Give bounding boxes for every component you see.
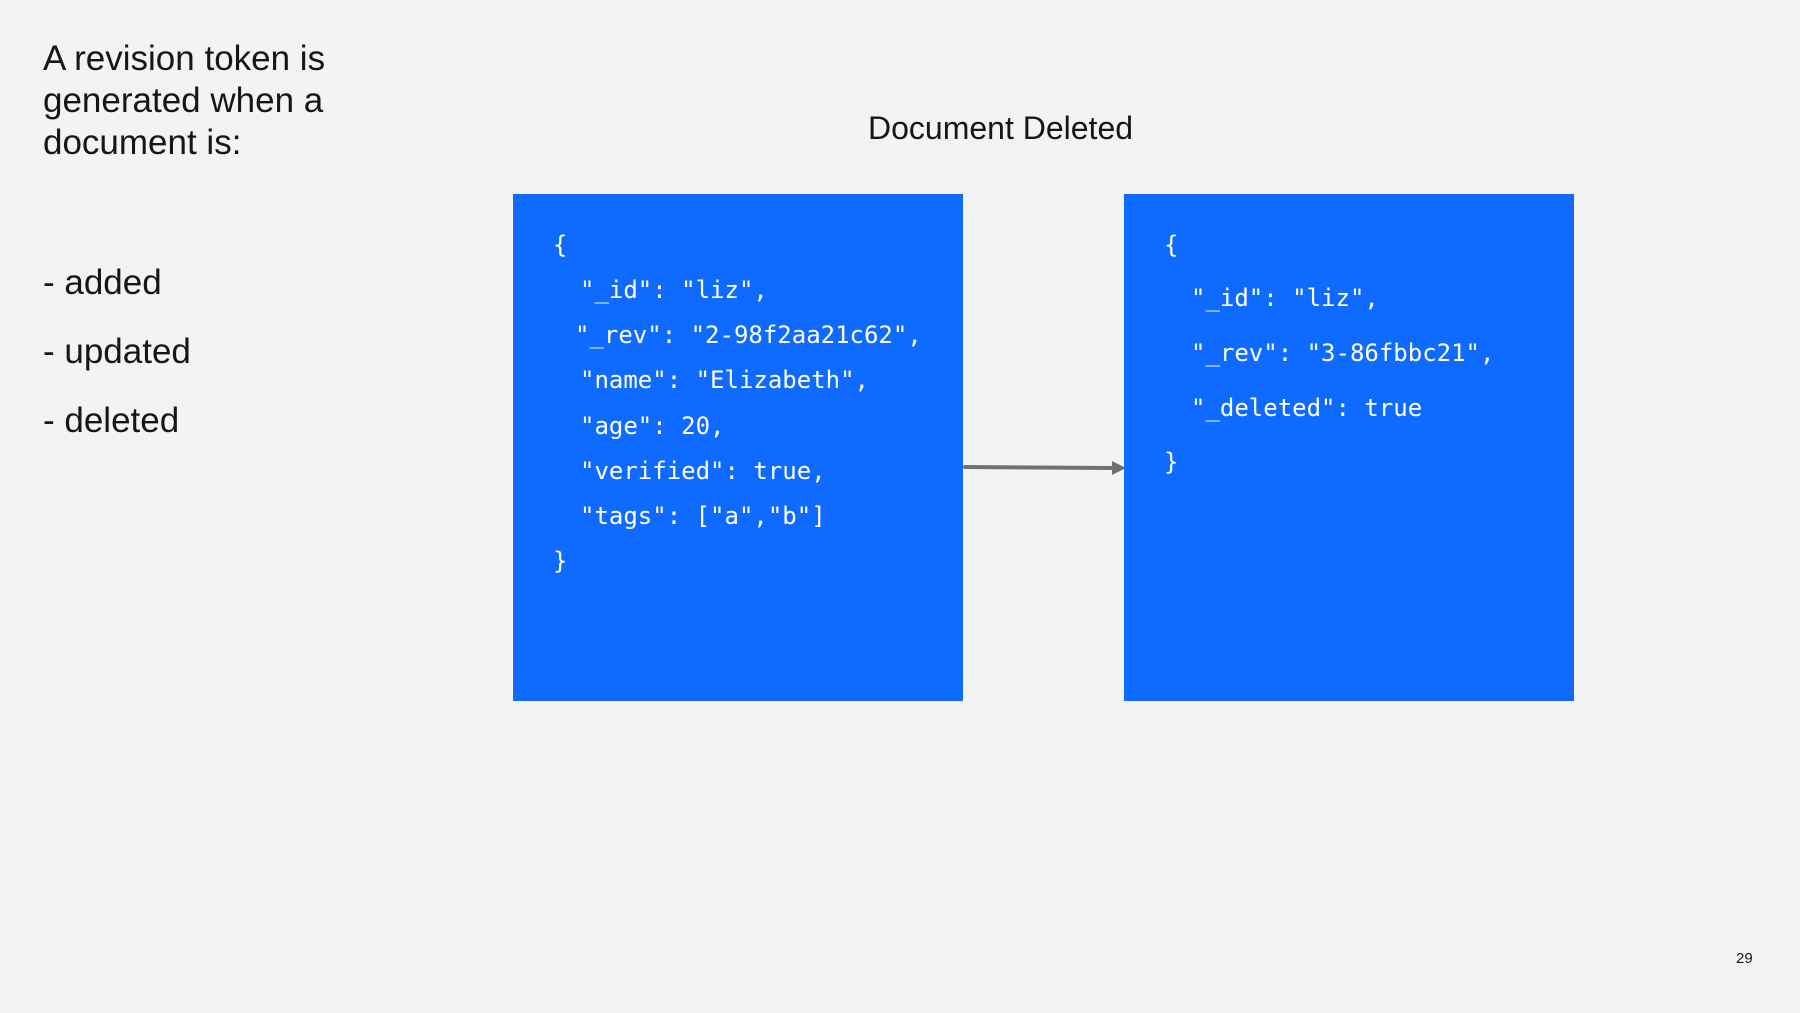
code-line: }	[553, 547, 568, 575]
code-line: "_rev": "2-98f2aa21c62",	[575, 321, 922, 349]
bullet-updated: - updated	[43, 332, 191, 371]
code-line: }	[1164, 448, 1179, 476]
code-line: "age": 20,	[580, 412, 725, 440]
bullet-added: - added	[43, 263, 162, 302]
code-line: "_id": "liz",	[1191, 284, 1379, 312]
bullet-deleted: - deleted	[43, 401, 180, 440]
code-line: "_id": "liz",	[580, 276, 768, 304]
transition-arrow	[963, 461, 1126, 475]
code-line: {	[553, 231, 568, 259]
code-line: "_deleted": true	[1191, 394, 1423, 422]
intro-heading: A revision token is generated when a doc…	[43, 39, 326, 162]
after-document-box: { "_id": "liz", "_rev": "3-86fbbc21", "_…	[1124, 194, 1574, 701]
before-document-box: { "_id": "liz", "_rev": "2-98f2aa21c62",…	[513, 194, 963, 701]
code-line: "name": "Elizabeth",	[580, 366, 869, 394]
code-line: "verified": true,	[580, 457, 826, 485]
code-line: "tags": ["a","b"]	[580, 502, 826, 530]
page-number: 29	[1736, 950, 1753, 967]
revision-trigger-list: - added - updated - deleted	[43, 258, 191, 465]
slide-title: Document Deleted	[868, 110, 1134, 146]
code-line: {	[1164, 231, 1179, 259]
code-line: "_rev": "3-86fbbc21",	[1191, 339, 1495, 367]
